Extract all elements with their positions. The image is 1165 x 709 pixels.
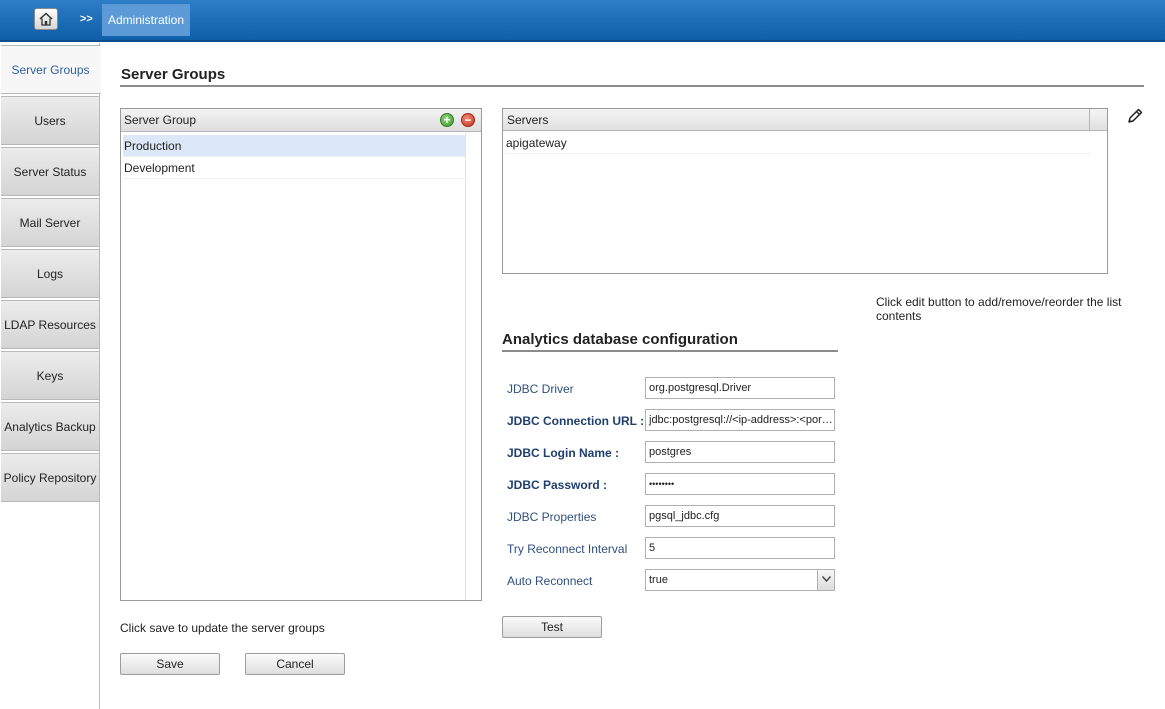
sidebar: Server Groups Users Server Status Mail S…	[0, 43, 101, 709]
save-button[interactable]: Save	[120, 653, 220, 675]
server-group-header-label: Server Group	[124, 113, 197, 127]
server-group-scroll-area	[465, 132, 481, 600]
jdbc-properties-label: JDBC Properties	[507, 510, 597, 524]
servers-header: Servers	[503, 109, 1107, 131]
jdbc-password-label: JDBC Password :	[507, 478, 608, 492]
chevron-down-icon[interactable]	[817, 570, 834, 590]
reconnect-interval-field[interactable]: 5	[645, 537, 835, 559]
breadcrumb-administration[interactable]: Administration	[102, 4, 190, 36]
jdbc-login-label: JDBC Login Name :	[507, 446, 620, 460]
jdbc-driver-label: JDBC Driver	[507, 382, 574, 396]
jdbc-url-label: JDBC Connection URL :	[507, 414, 645, 428]
pencil-icon[interactable]	[1126, 107, 1144, 125]
top-header-bar: >> Administration	[0, 0, 1165, 42]
server-group-header: Server Group + −	[121, 109, 481, 132]
server-group-list: Server Group + − Production Development	[120, 108, 482, 601]
analytics-section-divider	[502, 350, 838, 352]
servers-header-corner	[1089, 109, 1107, 131]
reconnect-interval-label: Try Reconnect Interval	[507, 542, 628, 556]
sidebar-item-mail-server[interactable]: Mail Server	[1, 198, 100, 247]
home-button[interactable]	[34, 8, 58, 30]
jdbc-url-field[interactable]: jdbc:postgresql://<ip-address>:<port>/<d…	[645, 409, 835, 431]
analytics-section-title: Analytics database configuration	[502, 331, 738, 348]
servers-list: Servers apigateway	[502, 108, 1108, 274]
list-item-apigateway[interactable]: apigateway	[505, 132, 1091, 154]
cancel-button[interactable]: Cancel	[245, 653, 345, 675]
add-server-group-icon[interactable]: +	[440, 113, 454, 127]
sidebar-item-server-groups[interactable]: Server Groups	[1, 45, 101, 94]
breadcrumb-separator: >>	[80, 13, 93, 25]
sidebar-item-analytics-backup[interactable]: Analytics Backup	[1, 402, 100, 451]
sidebar-item-policy-repository[interactable]: Policy Repository	[1, 453, 100, 502]
sidebar-item-ldap-resources[interactable]: LDAP Resources	[1, 300, 100, 349]
list-item-development[interactable]: Development	[123, 157, 465, 179]
jdbc-password-field[interactable]: ••••••••	[645, 473, 835, 495]
sidebar-item-keys[interactable]: Keys	[1, 351, 100, 400]
auto-reconnect-label: Auto Reconnect	[507, 574, 593, 588]
remove-server-group-icon[interactable]: −	[461, 113, 475, 127]
test-button[interactable]: Test	[502, 616, 602, 638]
auto-reconnect-select[interactable]: true	[645, 569, 835, 591]
sidebar-item-users[interactable]: Users	[1, 96, 100, 145]
jdbc-driver-field[interactable]: org.postgresql.Driver	[645, 377, 835, 399]
save-hint-text: Click save to update the server groups	[120, 621, 325, 635]
title-divider	[120, 85, 1144, 87]
sidebar-item-server-status[interactable]: Server Status	[1, 147, 100, 196]
home-icon	[39, 12, 53, 26]
jdbc-login-field[interactable]: postgres	[645, 441, 835, 463]
edit-hint-text: Click edit button to add/remove/reorder …	[876, 295, 1122, 323]
servers-header-label: Servers	[507, 113, 549, 127]
list-item-production[interactable]: Production	[123, 135, 465, 157]
sidebar-item-logs[interactable]: Logs	[1, 249, 100, 298]
jdbc-properties-field[interactable]: pgsql_jdbc.cfg	[645, 505, 835, 527]
page-title: Server Groups	[121, 66, 226, 83]
auto-reconnect-value: true	[649, 574, 668, 586]
